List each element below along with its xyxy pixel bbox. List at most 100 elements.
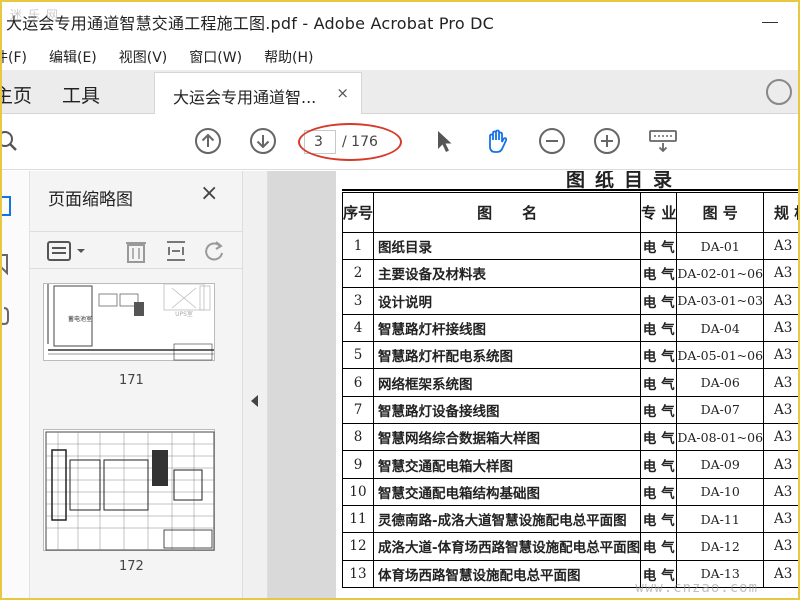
zoom-in-icon[interactable] [593, 127, 621, 155]
search-icon[interactable] [0, 127, 24, 155]
menu-help[interactable]: 帮助(H) [264, 47, 313, 67]
close-panel-icon[interactable]: × [200, 181, 218, 206]
cell-no: 4 [341, 313, 375, 343]
table-row: 5 智慧路灯杆配电系统图电 气 DA-05-01~06 A3 [341, 341, 798, 370]
table-row: 9 智慧交通配电箱大样图电 气 DA-09 A3 [341, 450, 798, 479]
acrobat-window: 大运会专用通道智慧交通工程施工图.pdf - Adobe Acrobat Pro… [0, 0, 800, 600]
pdf-page: 图纸目录 序号 图 名 专 业 图 号 规 格 1图纸目录电 气DA-01A32… [336, 171, 798, 598]
menu-view[interactable]: 视图(V) [119, 47, 168, 67]
cell-name: 成洛大道-体育场西路智慧设施配电总平面图 [373, 532, 642, 561]
left-rail [0, 171, 30, 598]
tab-document-label: 大运会专用通道智... [173, 88, 317, 107]
heading-rule [342, 189, 798, 191]
table-row: 7 智慧路灯设备接线图电 气 DA-07 A3 [341, 395, 798, 425]
bookmarks-rail-icon[interactable] [0, 253, 14, 275]
watermark-bottom-right: www.cnzao.com [635, 580, 758, 596]
help-icon[interactable] [766, 79, 792, 105]
tab-document[interactable]: 大运会专用通道智... × [154, 72, 362, 114]
cell-size: A3 [763, 423, 798, 452]
thumbnail-172-drawing [45, 431, 215, 551]
cell-spec: 电 气 [640, 504, 678, 534]
cell-spec: 电 气 [640, 450, 678, 479]
panel-splitter[interactable] [242, 171, 268, 598]
minimize-button[interactable] [762, 12, 780, 30]
insert-pages-icon[interactable] [164, 238, 188, 264]
table-row: 12 成洛大道-体育场西路智慧设施配电总平面图电 气 DA-12 A3 [341, 532, 798, 561]
zoom-out-icon[interactable] [538, 127, 566, 155]
select-tool-icon[interactable] [430, 127, 458, 155]
toolbar: 3 / 176 [2, 115, 798, 170]
delete-icon[interactable] [124, 238, 148, 264]
page-thumbnails-rail-icon[interactable] [0, 195, 14, 217]
cell-code: DA-06 [676, 368, 765, 397]
cell-code: DA-09 [676, 450, 765, 479]
cell-code: DA-08-01~06 [676, 423, 765, 452]
next-page-icon[interactable] [249, 127, 277, 155]
cell-spec: 电 气 [640, 341, 678, 370]
hand-tool-icon[interactable] [483, 127, 511, 155]
thumbnail-page-172[interactable] [43, 429, 215, 551]
collapse-panel-icon[interactable] [251, 395, 258, 407]
table-row: 11 灵德南路-成洛大道智慧设施配电总平面图电 气 DA-11 A3 [341, 504, 798, 534]
cell-spec: 电 气 [640, 532, 678, 561]
cell-code: DA-05-01~06 [676, 341, 765, 370]
cell-spec: 电 气 [640, 231, 678, 261]
rotate-icon[interactable] [202, 238, 226, 264]
cell-size: A3 [763, 313, 798, 343]
cell-code: DA-04 [676, 313, 765, 343]
cell-size: A3 [763, 504, 798, 534]
cell-name: 网络框架系统图 [373, 368, 642, 397]
table-row: 1 图纸目录电 气 DA-01 A3 [341, 231, 798, 261]
cell-size: A3 [763, 341, 798, 370]
menu-file[interactable]: 件(F) [2, 47, 27, 67]
cell-code: DA-11 [676, 504, 765, 534]
tab-home[interactable]: 主页 [2, 81, 32, 108]
cell-no: 7 [341, 395, 375, 425]
table-row: 8 智慧网络综合数据箱大样图电 气 DA-08-01~06 A3 [341, 423, 798, 452]
table-row: 3 设计说明电 气 DA-03-01~03 A3 [341, 286, 798, 315]
cell-name: 设计说明 [373, 286, 642, 315]
table-row: 4 智慧路灯杆接线图电 气 DA-04 A3 [341, 313, 798, 343]
cell-size: A3 [763, 368, 798, 397]
tab-tools[interactable]: 工具 [62, 81, 100, 108]
cell-no: 11 [341, 504, 375, 534]
cell-code: DA-03-01~03 [676, 286, 765, 315]
cell-no: 8 [341, 423, 375, 452]
header-no: 序号 [341, 192, 375, 233]
thumbnail-171-drawing: UPS室 蓄电池室 [47, 283, 214, 361]
cell-name: 主要设备及材料表 [373, 259, 642, 288]
header-code: 图 号 [676, 192, 765, 233]
cell-name: 智慧网络综合数据箱大样图 [373, 423, 642, 452]
cell-spec: 电 气 [640, 395, 678, 425]
menu-window[interactable]: 窗口(W) [189, 47, 242, 67]
keyboard-icon[interactable] [648, 127, 678, 155]
cell-no: 2 [341, 259, 375, 288]
cell-code: DA-12 [676, 532, 765, 561]
watermark-top-left: 迷乐网 [10, 8, 65, 22]
close-tab-icon[interactable]: × [336, 84, 349, 102]
cell-spec: 电 气 [640, 368, 678, 397]
thumbnail-171-label-ups: UPS室 [175, 310, 193, 318]
attachments-rail-icon[interactable] [0, 305, 14, 327]
header-name: 图 名 [373, 192, 642, 233]
document-viewport[interactable]: 图纸目录 序号 图 名 专 业 图 号 规 格 1图纸目录电 气DA-01A32… [268, 171, 798, 598]
cell-name: 智慧路灯设备接线图 [373, 395, 642, 425]
thumbnail-panel-title: 页面缩略图 [48, 190, 133, 210]
cell-code: DA-02-01~06 [676, 259, 765, 288]
cell-name: 智慧交通配电箱大样图 [373, 450, 642, 479]
annotation-ellipse [298, 123, 402, 161]
tab-bar: 主页 工具 大运会专用通道智... × [2, 70, 798, 114]
cell-size: A3 [763, 395, 798, 425]
thumbnail-page-171[interactable]: UPS室 蓄电池室 [43, 283, 215, 361]
title-bar: 大运会专用通道智慧交通工程施工图.pdf - Adobe Acrobat Pro… [2, 2, 798, 42]
cell-name: 智慧路灯杆接线图 [373, 313, 642, 343]
cell-no: 3 [341, 286, 375, 315]
cell-code: DA-01 [676, 231, 765, 261]
cell-spec: 电 气 [640, 313, 678, 343]
previous-page-icon[interactable] [194, 127, 222, 155]
menu-edit[interactable]: 编辑(E) [49, 47, 97, 67]
options-menu-icon[interactable] [46, 240, 90, 262]
cell-no: 12 [341, 532, 375, 561]
cell-size: A3 [763, 477, 798, 506]
table-row: 6 网络框架系统图电 气 DA-06 A3 [341, 368, 798, 397]
